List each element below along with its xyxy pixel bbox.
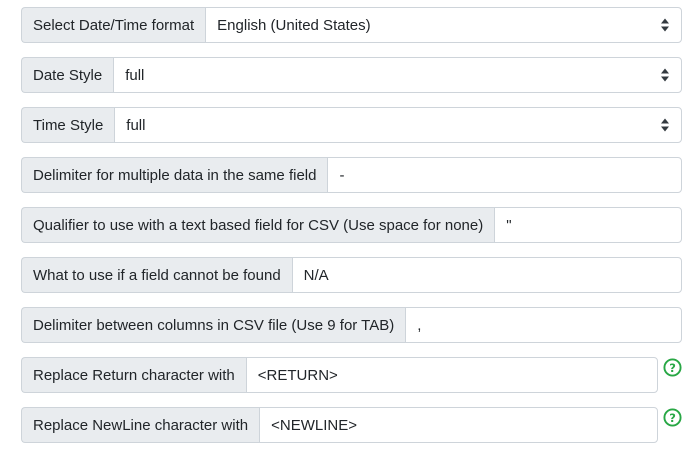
replace-return-input[interactable]: <RETURN>: [245, 357, 658, 393]
csv-column-delimiter-group: Delimiter between columns in CSV file (U…: [21, 307, 682, 343]
date-time-format-group: Select Date/Time format English (United …: [21, 7, 682, 43]
csv-qualifier-group: Qualifier to use with a text based field…: [21, 207, 682, 243]
replace-newline-group: Replace NewLine character with <NEWLINE>: [21, 407, 658, 443]
date-style-label: Date Style: [21, 57, 114, 93]
svg-text:?: ?: [669, 361, 676, 375]
time-style-label: Time Style: [21, 107, 115, 143]
replace-return-group: Replace Return character with <RETURN>: [21, 357, 658, 393]
date-style-select[interactable]: full: [113, 57, 682, 93]
csv-qualifier-input[interactable]: ": [494, 207, 682, 243]
question-circle-icon[interactable]: ?: [663, 408, 682, 427]
question-circle-icon[interactable]: ?: [663, 358, 682, 377]
multi-data-delimiter-label: Delimiter for multiple data in the same …: [21, 157, 328, 193]
date-time-format-select[interactable]: English (United States): [205, 7, 682, 43]
date-time-format-label: Select Date/Time format: [21, 7, 206, 43]
up-down-caret-icon: [661, 118, 669, 132]
svg-text:?: ?: [669, 411, 676, 425]
csv-qualifier-label: Qualifier to use with a text based field…: [21, 207, 495, 243]
csv-column-delimiter-input[interactable]: ,: [405, 307, 682, 343]
up-down-caret-icon: [661, 68, 669, 82]
settings-form: Select Date/Time format English (United …: [0, 0, 690, 450]
up-down-caret-icon: [661, 18, 669, 32]
date-style-value: full: [125, 66, 145, 84]
field-not-found-label: What to use if a field cannot be found: [21, 257, 292, 293]
time-style-value: full: [126, 116, 146, 134]
multi-data-delimiter-group: Delimiter for multiple data in the same …: [21, 157, 682, 193]
date-style-group: Date Style full: [21, 57, 682, 93]
multi-data-delimiter-input[interactable]: -: [327, 157, 682, 193]
time-style-select[interactable]: full: [114, 107, 682, 143]
time-style-group: Time Style full: [21, 107, 682, 143]
replace-return-label: Replace Return character with: [21, 357, 246, 393]
field-not-found-input[interactable]: N/A: [291, 257, 682, 293]
field-not-found-group: What to use if a field cannot be found N…: [21, 257, 682, 293]
replace-newline-input[interactable]: <NEWLINE>: [259, 407, 658, 443]
csv-column-delimiter-label: Delimiter between columns in CSV file (U…: [21, 307, 406, 343]
replace-newline-label: Replace NewLine character with: [21, 407, 260, 443]
date-time-format-value: English (United States): [217, 16, 371, 34]
